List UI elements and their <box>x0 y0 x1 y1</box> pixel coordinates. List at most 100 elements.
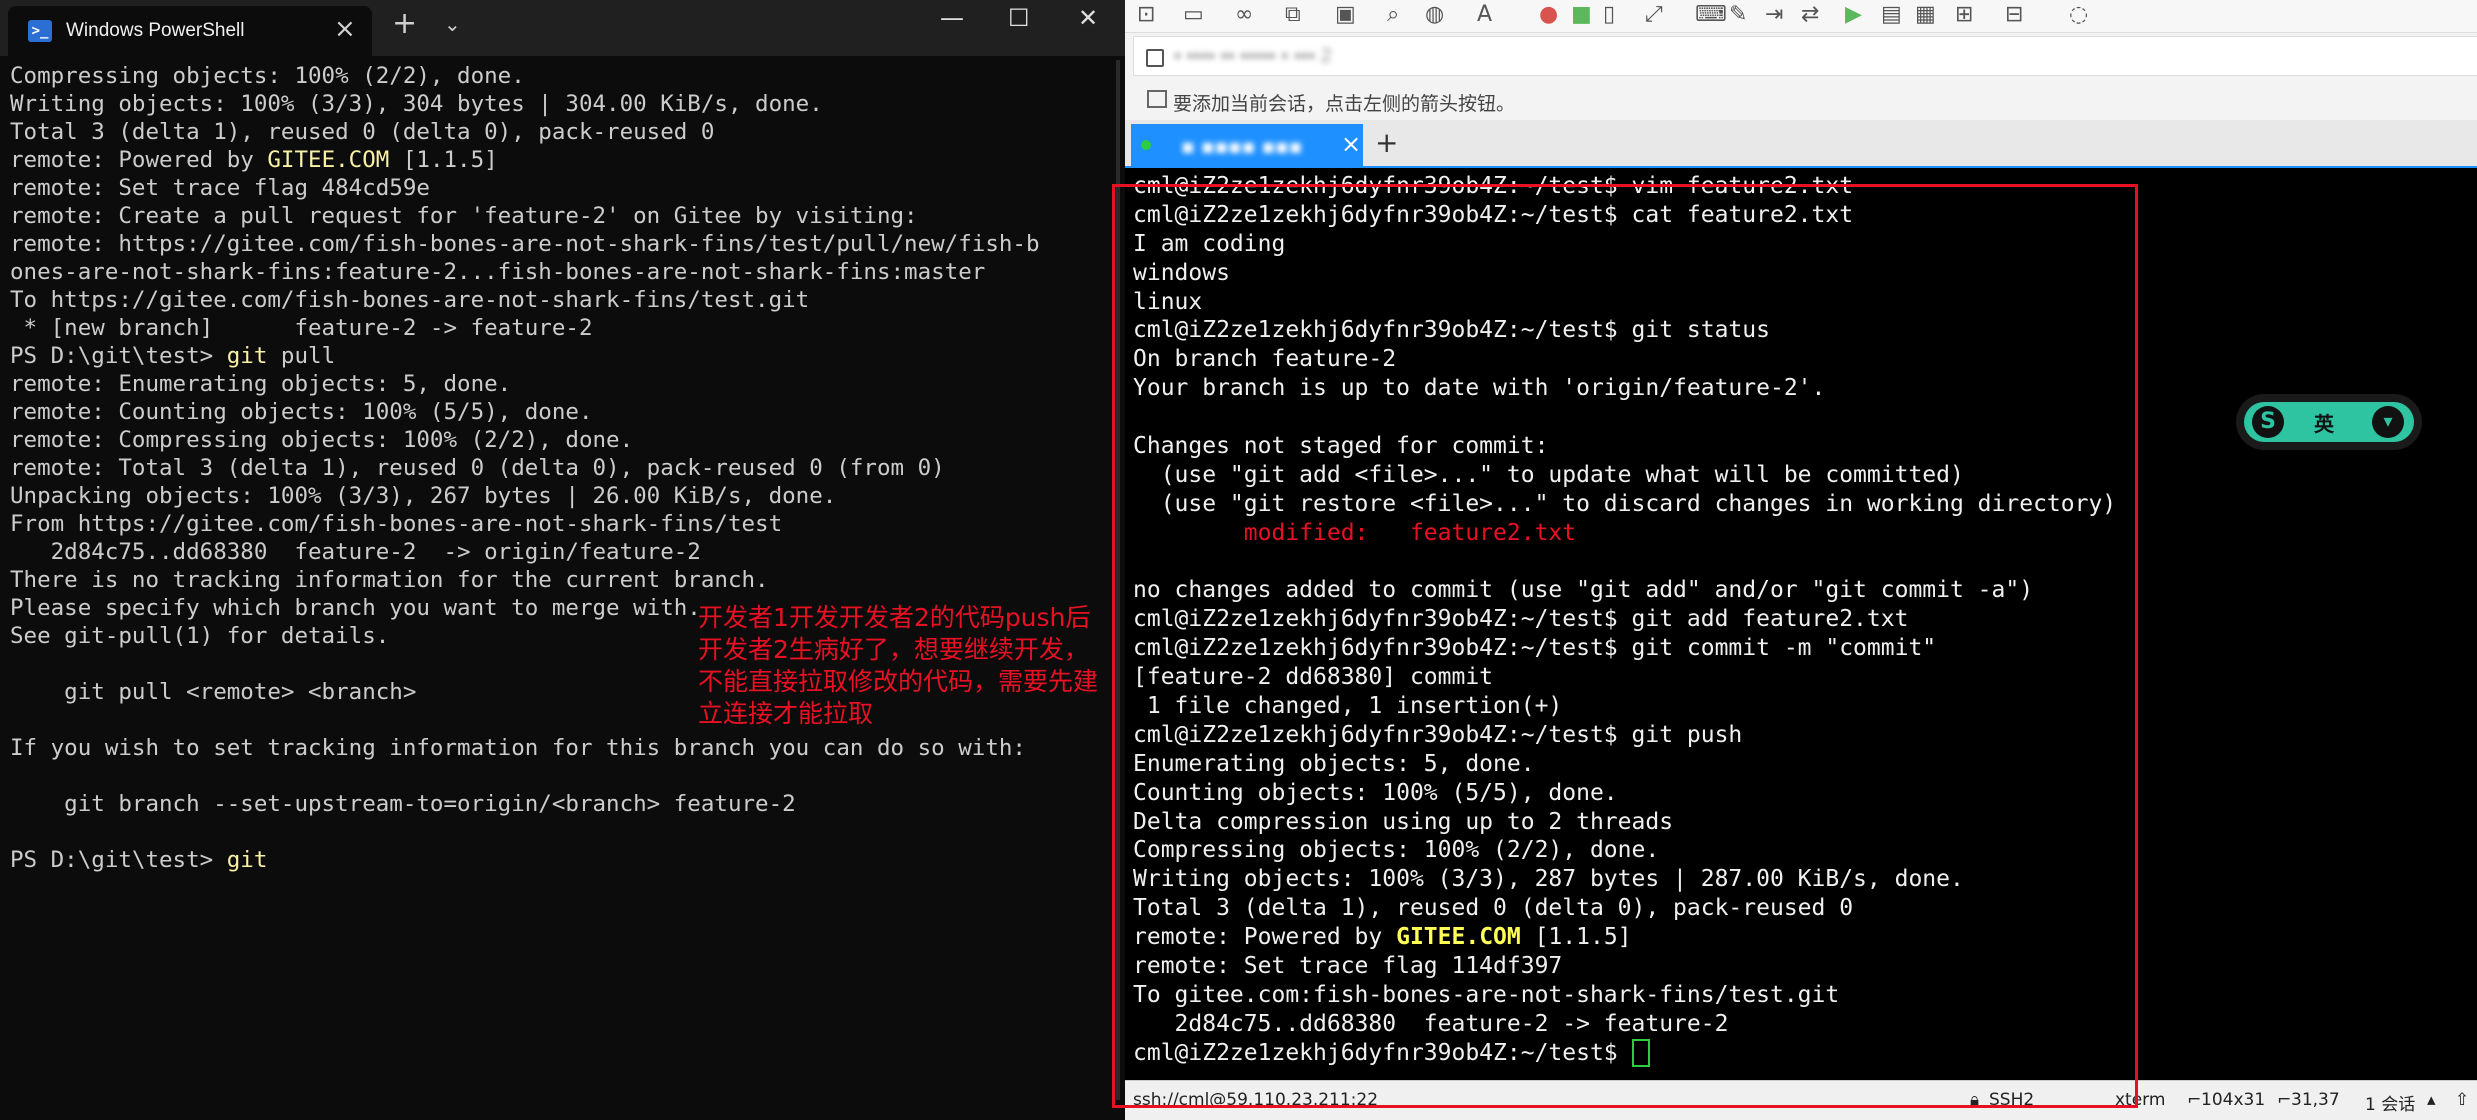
terminal-line: remote: Powered by GITEE.COM [1.1.5] <box>10 146 1040 174</box>
session-count: 1 会话 <box>2365 1095 2416 1115</box>
terminal-text: [1.1.5] <box>389 147 498 173</box>
cursor-position: 31,37 <box>2291 1090 2340 1110</box>
terminal-text: remote: Compressing objects: 100% (2/2),… <box>10 427 634 453</box>
caret-up-icon[interactable]: ▴ <box>2427 1090 2436 1110</box>
terminal-text: To https://gitee.com/fish-bones-are-not-… <box>10 287 810 313</box>
session-tab-title: ▪ ▪▪▪▪ ▪▪▪ <box>1181 134 1303 158</box>
terminal-text: remote: Create a pull request for 'featu… <box>10 203 918 229</box>
chevron-down-icon[interactable]: ⌄ <box>444 12 461 36</box>
address-bar[interactable]: ▪ ▪▪▪▪ ▪▪ ▪▪▪▪▪ ▪ ▪▪▪ 2 <box>1133 36 2477 76</box>
terminal-line: PS D:\git\test> git pull <box>10 342 1040 370</box>
terminal-text: Unpacking objects: 100% (3/3), 267 bytes… <box>10 483 837 509</box>
terminal-line: To https://gitee.com/fish-bones-are-not-… <box>10 286 1040 314</box>
terminal-text: Total 3 (delta 1), reused 0 (delta 0), p… <box>10 119 715 145</box>
font-icon[interactable]: A <box>1477 2 1492 27</box>
terminal-text: PS D:\git\test> <box>10 343 227 369</box>
new-tab-plus-icon[interactable]: + <box>392 6 417 41</box>
layout-icon[interactable]: ▤ <box>1881 2 1902 27</box>
terminal-line: Writing objects: 100% (3/3), 304 bytes |… <box>10 90 1040 118</box>
terminal-text: git <box>226 343 268 369</box>
terminal-line: From https://gitee.com/fish-bones-are-no… <box>10 510 1040 538</box>
terminal-text: Writing objects: 100% (3/3), 304 bytes |… <box>10 91 823 117</box>
terminal-text: * [new branch] feature-2 -> feature-2 <box>10 315 593 341</box>
transfer-icon[interactable]: ⇄ <box>1801 2 1819 27</box>
ime-logo-icon: S <box>2252 406 2284 438</box>
terminal-line: remote: Create a pull request for 'featu… <box>10 202 1040 230</box>
terminal-line: PS D:\git\test> git <box>10 846 1040 874</box>
powershell-titlebar: >_ Windows PowerShell × + ⌄ — ☐ ✕ <box>0 0 1125 56</box>
terminal-text: remote: Counting objects: 100% (5/5), do… <box>10 399 593 425</box>
session-tab-bar: ▪ ▪▪▪▪ ▪▪▪ × + <box>1125 120 2477 168</box>
close-tab-icon[interactable]: × <box>1341 130 1361 158</box>
new-session-icon[interactable]: ⊡ <box>1137 2 1155 27</box>
search-icon[interactable]: ⌕ <box>1387 2 1399 27</box>
connected-status-icon <box>1141 140 1151 150</box>
notes-icon[interactable]: ▦ <box>1915 2 1936 27</box>
lock-icon <box>1146 49 1164 67</box>
terminal-line: Unpacking objects: 100% (3/3), 267 bytes… <box>10 482 1040 510</box>
session-manager-icon[interactable] <box>1147 90 1167 108</box>
keyboard-icon[interactable]: ⌨ <box>1695 2 1727 27</box>
cursor-icon: ⌐ <box>2277 1090 2292 1110</box>
tab-title: Windows PowerShell <box>66 20 245 41</box>
powershell-icon: >_ <box>28 20 52 42</box>
terminal-line: remote: Set trace flag 484cd59e <box>10 174 1040 202</box>
terminal-line: There is no tracking information for the… <box>10 566 1040 594</box>
maximize-icon[interactable]: ☐ <box>1008 4 1030 32</box>
terminal-line: remote: Total 3 (delta 1), reused 0 (del… <box>10 454 1040 482</box>
fullscreen-icon[interactable]: ⤢ <box>1645 2 1663 27</box>
terminal-text: Compressing objects: 100% (2/2), done. <box>10 63 525 89</box>
toolbar: ⊡ ▭ ∞ ⧉ ▣ ⌕ ◍ A ● ■ ▯ ⤢ ⌨ ✎ ⇥ ⇄ ▶ ▤ ▦ ⊞ … <box>1125 0 2477 33</box>
add-pane-icon[interactable]: ⊞ <box>1955 2 1973 27</box>
powershell-terminal-output[interactable]: Compressing objects: 100% (2/2), done. Wr… <box>10 62 1040 874</box>
annotation-note: 开发者1开发开发者2的代码push后 开发者2生病好了，想要继续开发， 不能直接… <box>698 603 1099 728</box>
split-icon[interactable]: ⊟ <box>2005 2 2023 27</box>
terminal-text: git pull <remote> <branch> <box>10 679 417 705</box>
terminal-line: Compressing objects: 100% (2/2), done. <box>10 62 1040 90</box>
globe-icon[interactable]: ◍ <box>1425 2 1444 27</box>
lock-toolbar-icon[interactable]: ▯ <box>1603 2 1615 27</box>
ime-toolbar[interactable]: S 英 ▾ <box>2236 394 2422 450</box>
link-icon[interactable]: ∞ <box>1235 2 1253 27</box>
session-tab[interactable]: ▪ ▪▪▪▪ ▪▪▪ × <box>1131 124 1363 166</box>
terminal-line: If you wish to set tracking information … <box>10 734 1040 762</box>
terminal-text: Please specify which branch you want to … <box>10 595 701 621</box>
terminal-text: ones-are-not-shark-fins:feature-2...fish… <box>10 259 986 285</box>
chat-icon[interactable]: ◌ <box>2069 2 2088 27</box>
terminal-line: remote: Enumerating objects: 5, done. <box>10 370 1040 398</box>
terminal-text: remote: Total 3 (delta 1), reused 0 (del… <box>10 455 945 481</box>
terminal-text: git branch --set-upstream-to=origin/<bra… <box>10 791 796 817</box>
address-text: ▪ ▪▪▪▪ ▪▪ ▪▪▪▪▪ ▪ ▪▪▪ 2 <box>1174 45 1332 67</box>
terminal-text: 2d84c75..dd68380 feature-2 -> origin/fea… <box>10 539 701 565</box>
terminal-text: remote: Powered by <box>10 147 268 173</box>
screen-icon[interactable]: ▣ <box>1335 2 1356 27</box>
terminal-text: There is no tracking information for the… <box>10 567 769 593</box>
copy-icon[interactable]: ⧉ <box>1285 2 1301 27</box>
session-hint-bar: 要添加当前会话，点击左侧的箭头按钮。 <box>1125 82 2477 118</box>
xftp-icon[interactable]: ● <box>1539 2 1558 27</box>
ime-language[interactable]: 英 <box>2314 408 2334 437</box>
terminal-text: remote: Set trace flag 484cd59e <box>10 175 430 201</box>
terminal-text: remote: Enumerating objects: 5, done. <box>10 371 512 397</box>
minimize-icon[interactable]: — <box>940 4 964 32</box>
edit-icon[interactable]: ✎ <box>1729 2 1747 27</box>
arrow-up-icon[interactable]: ⇧ <box>2455 1090 2469 1110</box>
terminal-text: remote: https://gitee.com/fish-bones-are… <box>10 231 1040 257</box>
ime-panel: S 英 ▾ <box>2244 402 2414 442</box>
xshell-green-icon[interactable]: ■ <box>1571 2 1592 27</box>
close-tab-icon[interactable]: × <box>334 14 356 44</box>
new-tab-plus-icon[interactable]: + <box>1375 126 1398 159</box>
play-icon[interactable]: ▶ <box>1845 2 1862 27</box>
powershell-tab[interactable]: >_ Windows PowerShell × <box>8 6 372 56</box>
terminal-line: ones-are-not-shark-fins:feature-2...fish… <box>10 258 1040 286</box>
script-icon[interactable]: ⇥ <box>1765 2 1783 27</box>
ime-skin-icon[interactable]: ▾ <box>2372 406 2404 438</box>
terminal-text: If you wish to set tracking information … <box>10 735 1026 761</box>
terminal-line: * [new branch] feature-2 -> feature-2 <box>10 314 1040 342</box>
close-window-icon[interactable]: ✕ <box>1078 4 1098 32</box>
terminal-line: git branch --set-upstream-to=origin/<bra… <box>10 790 1040 818</box>
open-folder-icon[interactable]: ▭ <box>1183 2 1204 27</box>
highlight-rectangle <box>1112 184 2138 1108</box>
